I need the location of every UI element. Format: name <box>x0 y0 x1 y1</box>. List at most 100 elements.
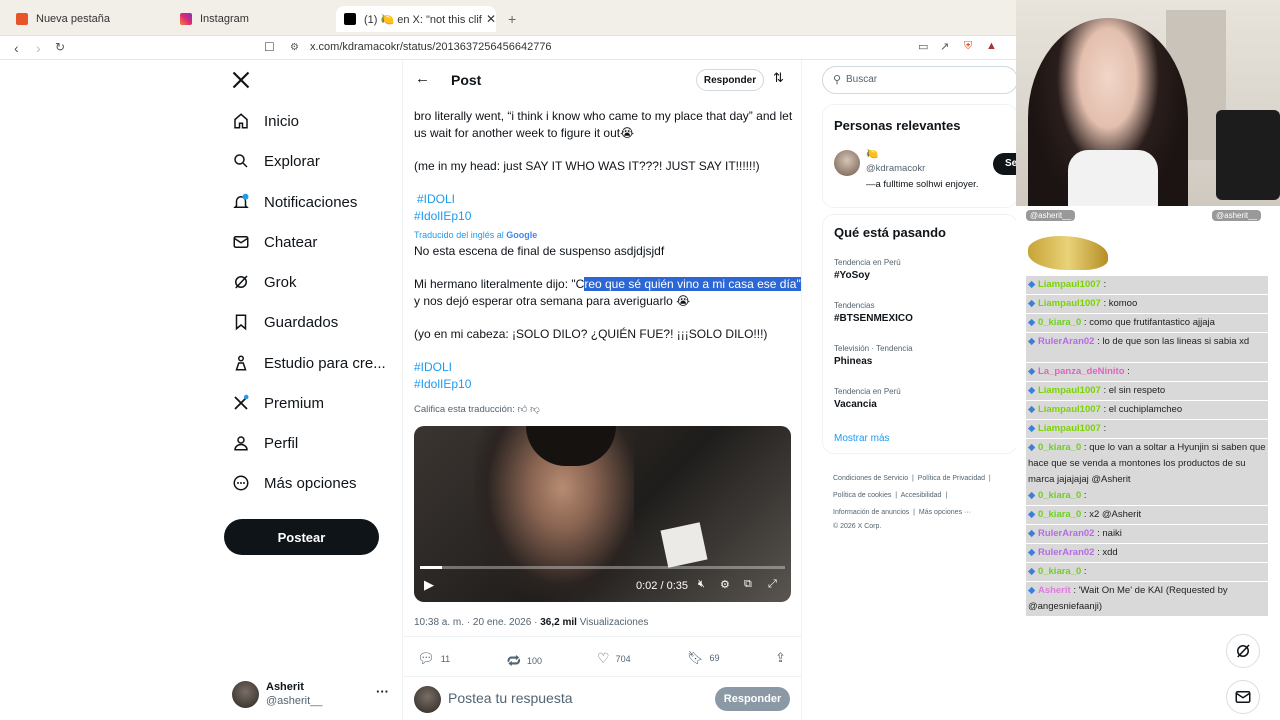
nav-chat[interactable]: Chatear <box>232 233 317 251</box>
bookmark-icon[interactable]: ☐ <box>264 40 275 54</box>
pip-icon[interactable]: ⧉ <box>744 578 752 591</box>
rate-label: Califica esta traducción: <box>414 404 515 415</box>
chat-message: ◆ RulerAran02 : naiki <box>1026 525 1268 543</box>
badge-icon: ◆ <box>1028 566 1038 577</box>
nav-premium[interactable]: Premium <box>232 394 324 412</box>
reply-action[interactable]: 💬︎ 11 <box>417 650 450 667</box>
share-icon[interactable]: ⇪ <box>775 650 786 666</box>
chat-username: 0_kiara_0 <box>1037 442 1082 453</box>
like-action[interactable]: ♡ 704 <box>597 650 631 667</box>
reload-icon[interactable]: ↻ <box>55 40 65 54</box>
video-frame-paper <box>660 522 708 568</box>
trend-item[interactable]: Phineas <box>834 356 872 367</box>
screen-icon[interactable]: ▭ <box>918 40 928 53</box>
new-tab-button[interactable]: + <box>500 6 516 32</box>
bookmark-action[interactable]: 🔖︎ 69 <box>687 650 720 666</box>
chat-username: 0_kiara_0 <box>1037 566 1082 577</box>
back-icon[interactable]: ‹ <box>14 40 19 56</box>
share-icon[interactable]: ↗ <box>940 40 949 53</box>
more-icon[interactable]: ··· <box>376 684 389 699</box>
chat-header-left: @asherit__ <box>1026 210 1076 221</box>
nav-explore[interactable]: Explorar <box>232 152 320 170</box>
chat-username: 0_kiara_0 <box>1037 490 1082 501</box>
badge-icon: ◆ <box>1028 585 1038 596</box>
webcam-overlay <box>1016 0 1280 206</box>
translated-text: Mi hermano literalmente dijo: "C <box>414 277 585 291</box>
trend-item[interactable]: #YoSoy <box>834 270 870 281</box>
rewards-icon[interactable]: ▲ <box>986 40 997 52</box>
nav-grok[interactable]: Grok <box>232 273 297 291</box>
nav-profile[interactable]: Perfil <box>232 434 298 452</box>
reply-header-button[interactable]: Responder <box>696 69 764 91</box>
hashtag-link[interactable]: #IdolIEp10 <box>414 208 471 225</box>
chat-username: RulerAran02 <box>1037 528 1095 539</box>
nav-label: Inicio <box>264 112 300 130</box>
footer-link[interactable]: Información de anuncios <box>833 509 909 516</box>
fullscreen-icon[interactable]: ⤢ <box>768 578 777 591</box>
nav-home[interactable]: Inicio <box>232 112 299 130</box>
footer-link[interactable]: Accesibilidad <box>901 492 942 499</box>
tab-x-post[interactable]: (1) 🍋 en X: "not this cliffhanger ✕ <box>336 6 496 32</box>
views-label: Visualizaciones <box>579 617 649 628</box>
footer-link[interactable]: Política de cookies <box>833 492 891 499</box>
nav-label: Chatear <box>264 233 318 251</box>
page-title: Post <box>451 72 482 88</box>
trend-item[interactable]: Vacancia <box>834 399 877 410</box>
mute-icon[interactable]: 🔇︎ <box>698 578 705 591</box>
thumbs-down-icon[interactable]: 👎︎ <box>530 404 540 415</box>
hashtag-link[interactable]: #IDOLI <box>414 359 452 376</box>
footer-link[interactable]: Política de Privacidad <box>918 475 985 482</box>
chat-message: ◆ 0_kiara_0 : <box>1026 487 1268 505</box>
x-logo-icon <box>234 394 249 410</box>
chat-message: ◆ La_panza_deNinito : <box>1026 363 1268 381</box>
brave-shield-icon[interactable]: ⛨ <box>964 40 972 53</box>
close-icon[interactable]: ✕ <box>486 12 496 26</box>
url-field[interactable]: x.com/kdramacokr/status/2013637256456642… <box>310 41 552 53</box>
forward-icon[interactable]: › <box>36 40 41 56</box>
search-input[interactable]: ⚲ Buscar <box>822 66 1018 94</box>
person-name[interactable]: 🍋 <box>866 149 878 160</box>
footer-link[interactable]: Condiciones de Servicio <box>833 475 908 482</box>
footer-link[interactable]: Más opciones ··· <box>919 509 971 516</box>
reply-input[interactable]: Postea tu respuesta <box>448 690 573 706</box>
nav-more[interactable]: Más opciones <box>232 474 357 492</box>
post-button[interactable]: Postear <box>224 519 379 555</box>
avatar[interactable] <box>834 150 860 176</box>
trend-item[interactable]: #BTSENMEXICO <box>834 313 913 324</box>
nav-bookmarks[interactable]: Guardados <box>232 313 338 331</box>
chat-message: ◆ 0_kiara_0 : como que frutifantastico a… <box>1026 314 1268 332</box>
thumbs-up-icon[interactable]: 👍︎ <box>518 404 528 415</box>
nav-studio[interactable]: Estudio para cre... <box>232 354 386 372</box>
chat-username: La_panza_deNinito <box>1037 366 1125 377</box>
dragon-emote <box>1028 236 1108 270</box>
reply-submit-button[interactable]: Responder <box>715 687 790 711</box>
trend-meta: Tendencias <box>834 301 875 310</box>
back-arrow-icon[interactable]: ← <box>415 70 430 87</box>
settings-sliders-icon[interactable]: ⇅ <box>773 70 784 86</box>
account-name: Asherit <box>266 681 304 693</box>
play-icon[interactable]: ▶ <box>424 577 434 593</box>
webcam-shirt <box>1068 150 1158 206</box>
hashtag-link[interactable]: #IdolIEp10 <box>414 376 471 393</box>
hashtag-link[interactable]: #IDOLI <box>417 191 455 208</box>
chat-message: ◆ 0_kiara_0 : que lo van a soltar a Hyun… <box>1026 439 1268 489</box>
badge-icon: ◆ <box>1028 317 1038 328</box>
reply-count: 11 <box>440 653 451 664</box>
divider <box>403 636 801 637</box>
mail-icon[interactable] <box>1226 680 1260 714</box>
x-logo-icon[interactable] <box>231 70 251 95</box>
account-handle: @asherit__ <box>266 695 323 707</box>
views-count: 36,2 mil <box>540 617 577 628</box>
account-switcher[interactable]: Asherit @asherit__ ··· <box>232 680 402 712</box>
gear-icon[interactable]: ⚙ <box>720 578 730 591</box>
video-progress-track[interactable] <box>420 566 785 569</box>
nav-notifications[interactable]: Notificaciones <box>232 193 357 211</box>
repost-action[interactable]: 🔁︎ 100 <box>507 650 542 671</box>
video-player[interactable]: ▶ 0:02 / 0:35 🔇︎ ⚙ ⧉ ⤢ <box>414 426 791 602</box>
post-line: (me in my head: just SAY IT WHO WAS IT??… <box>414 159 760 173</box>
grok-icon[interactable] <box>1226 634 1260 668</box>
site-info-icon[interactable]: ⚙ <box>290 42 299 53</box>
tab-instagram[interactable]: Instagram <box>172 6 332 32</box>
show-more-link[interactable]: Mostrar más <box>834 433 890 444</box>
tab-new[interactable]: Nueva pestaña <box>8 6 168 32</box>
